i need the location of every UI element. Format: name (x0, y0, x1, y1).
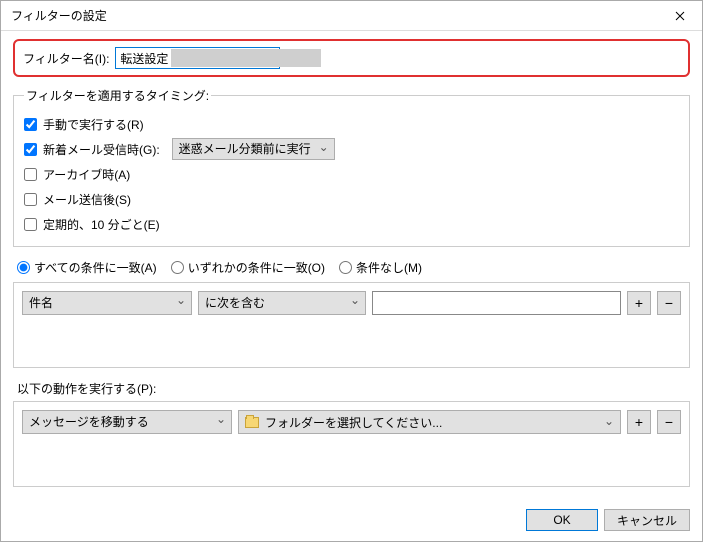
action-select[interactable]: メッセージを移動する (22, 410, 232, 434)
rule-add-button[interactable]: + (627, 291, 651, 315)
match-none-text: 条件なし(M) (356, 259, 422, 276)
folder-icon (245, 417, 259, 428)
aftersend-checkbox[interactable] (24, 193, 37, 206)
titlebar: フィルターの設定 (1, 1, 702, 31)
incoming-select[interactable]: 迷惑メール分類前に実行 (172, 138, 335, 160)
action-remove-button[interactable]: − (657, 410, 681, 434)
filter-name-input[interactable] (115, 47, 280, 69)
periodic-checkbox[interactable] (24, 218, 37, 231)
ok-button[interactable]: OK (526, 509, 598, 531)
periodic-label: 定期的、10 分ごと(E) (43, 216, 160, 233)
filter-name-label: フィルター名(I): (23, 50, 109, 67)
timing-legend: フィルターを適用するタイミング: (24, 87, 211, 104)
window-title: フィルターの設定 (11, 7, 107, 24)
rule-row: 件名 に次を含む + − (22, 291, 681, 315)
filter-name-row: フィルター名(I): (13, 39, 690, 77)
match-any-radio[interactable] (171, 261, 184, 274)
footer: OK キャンセル (526, 509, 690, 531)
incoming-checkbox[interactable] (24, 143, 37, 156)
rule-field-select[interactable]: 件名 (22, 291, 192, 315)
action-add-button[interactable]: + (627, 410, 651, 434)
close-icon (675, 11, 685, 21)
aftersend-label: メール送信後(S) (43, 191, 131, 208)
folder-select-text: フォルダーを選択してください... (265, 414, 442, 431)
incoming-label: 新着メール受信時(G): (43, 141, 160, 158)
match-all-text: すべての条件に一致(A) (34, 259, 157, 276)
manual-label: 手動で実行する(R) (43, 116, 144, 133)
rule-op-select[interactable]: に次を含む (198, 291, 366, 315)
rule-value-input[interactable] (372, 291, 621, 315)
archive-label: アーカイブ時(A) (43, 166, 130, 183)
match-none-radio[interactable] (339, 261, 352, 274)
cancel-button[interactable]: キャンセル (604, 509, 690, 531)
actions-legend: 以下の動作を実行する(P): (17, 380, 690, 397)
match-radio-row: すべての条件に一致(A) いずれかの条件に一致(O) 条件なし(M) (17, 259, 690, 276)
match-none-radio-label[interactable]: 条件なし(M) (339, 259, 422, 276)
match-all-radio-label[interactable]: すべての条件に一致(A) (17, 259, 157, 276)
timing-fieldset: フィルターを適用するタイミング: 手動で実行する(R) 新着メール受信時(G):… (13, 87, 690, 247)
actions-box: メッセージを移動する フォルダーを選択してください... + − (13, 401, 690, 487)
archive-checkbox[interactable] (24, 168, 37, 181)
match-all-radio[interactable] (17, 261, 30, 274)
action-row: メッセージを移動する フォルダーを選択してください... + − (22, 410, 681, 434)
match-any-text: いずれかの条件に一致(O) (188, 259, 325, 276)
rule-remove-button[interactable]: − (657, 291, 681, 315)
rules-box: 件名 に次を含む + − (13, 282, 690, 368)
close-button[interactable] (658, 1, 702, 30)
folder-select[interactable]: フォルダーを選択してください... (238, 410, 621, 434)
match-any-radio-label[interactable]: いずれかの条件に一致(O) (171, 259, 325, 276)
manual-checkbox[interactable] (24, 118, 37, 131)
